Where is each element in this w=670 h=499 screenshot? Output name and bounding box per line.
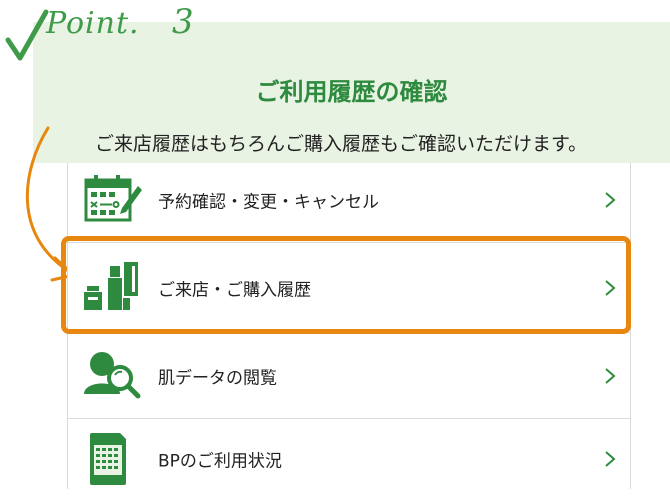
menu-item-reservation[interactable]: 予約確認・変更・キャンセル (68, 157, 630, 243)
point-card-icon (90, 433, 126, 485)
menu-item-label: 予約確認・変更・キャンセル (158, 192, 379, 212)
menu-item-skin-data[interactable]: 肌データの閲覧 (68, 333, 630, 419)
menu-item-label: 肌データの閲覧 (158, 368, 277, 388)
menu-list: 予約確認・変更・キャンセル ご来店・ご購入履歴 肌データの閲覧 BPのご利用状況 (67, 163, 631, 489)
banner-title: ご利用履歴の確認 (255, 77, 448, 106)
point-label: Point. 3 (2, 0, 212, 62)
menu-item-bp-usage[interactable]: BPのご利用状況 (68, 419, 630, 499)
point-word: Point. (46, 6, 140, 41)
person-magnifier-icon (84, 351, 141, 398)
chevron-right-icon (605, 367, 616, 384)
menu-item-visit-purchase-history[interactable]: ご来店・ご購入履歴 (68, 243, 630, 333)
calendar-edit-icon (84, 174, 142, 221)
cosmetics-products-icon (84, 261, 138, 310)
chevron-right-icon (605, 279, 616, 296)
point-number: 3 (172, 2, 194, 42)
banner-description: ご来店履歴はもちろんご購入履歴もご確認いただけます。 (95, 133, 588, 155)
chevron-right-icon (605, 451, 616, 467)
chevron-right-icon (605, 191, 616, 208)
menu-item-label: BPのご利用状況 (158, 451, 282, 472)
menu-item-label: ご来店・ご購入履歴 (158, 280, 311, 300)
